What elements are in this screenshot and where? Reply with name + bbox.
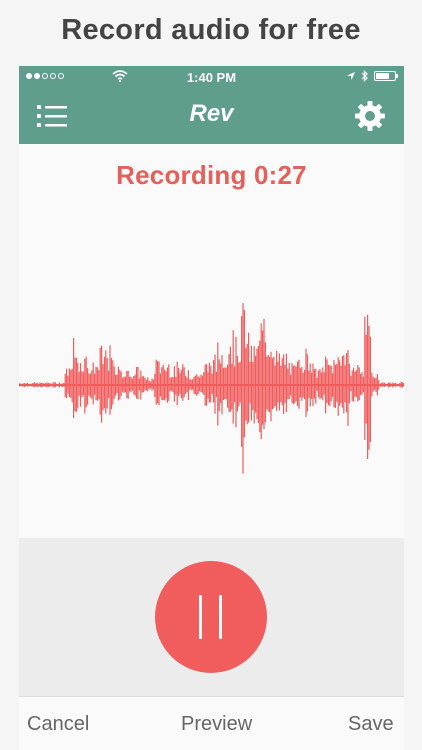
pause-icon-bar-left bbox=[199, 595, 202, 639]
pause-icon-bar-right bbox=[219, 595, 222, 639]
rev-logo: Rev bbox=[189, 100, 234, 127]
battery-icon bbox=[374, 71, 398, 81]
screenshot-page: Record audio for free 1:40 PM Rev Record… bbox=[0, 0, 422, 750]
gear-icon[interactable] bbox=[354, 100, 386, 132]
cancel-button[interactable]: Cancel bbox=[27, 713, 89, 736]
control-area bbox=[19, 538, 404, 696]
status-right bbox=[346, 70, 398, 82]
bottom-toolbar: Cancel Preview Save bbox=[19, 696, 404, 750]
pause-button[interactable] bbox=[155, 561, 267, 673]
location-arrow-icon bbox=[347, 72, 355, 80]
bluetooth-icon bbox=[361, 70, 368, 82]
promo-caption: Record audio for free bbox=[61, 14, 361, 46]
status-bar: 1:40 PM bbox=[19, 66, 404, 88]
recording-timer-label: Recording 0:27 bbox=[116, 160, 307, 190]
nav-bar: Rev bbox=[19, 88, 404, 144]
save-button[interactable]: Save bbox=[348, 713, 394, 736]
preview-button[interactable]: Preview bbox=[181, 713, 252, 736]
audio-waveform bbox=[19, 303, 404, 474]
phone-screen: 1:40 PM Rev Recording 0:27 Cancel Previe… bbox=[19, 66, 404, 750]
